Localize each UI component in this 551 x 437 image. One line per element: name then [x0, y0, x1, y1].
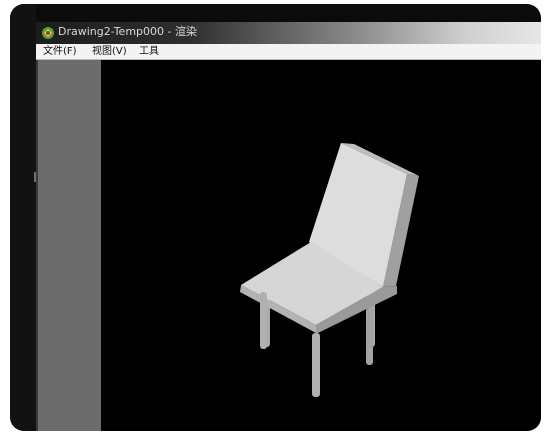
menu-tools[interactable]: 工具	[139, 44, 159, 59]
chair-leg-front-right	[366, 308, 373, 365]
chair-render	[240, 143, 419, 397]
screenshot-frame: Drawing2-Temp000 - 渲染 文件(F) 视图(V) 工具	[0, 0, 551, 437]
menu-bar: 文件(F) 视图(V) 工具	[36, 44, 541, 60]
chair-leg-front-left	[260, 292, 267, 349]
chair-leg-front-center	[312, 333, 320, 397]
menu-file[interactable]: 文件(F)	[43, 44, 77, 59]
side-panel	[36, 60, 101, 431]
window-title: Drawing2-Temp000 - 渲染	[58, 25, 197, 38]
title-bar[interactable]: Drawing2-Temp000 - 渲染	[36, 22, 541, 44]
menu-view[interactable]: 视图(V)	[92, 44, 127, 59]
side-panel-edge	[36, 60, 38, 431]
render-viewport[interactable]	[101, 60, 541, 431]
desktop-screen: Drawing2-Temp000 - 渲染 文件(F) 视图(V) 工具	[10, 4, 541, 431]
desktop-background-strip	[10, 4, 36, 431]
render-window: Drawing2-Temp000 - 渲染 文件(F) 视图(V) 工具	[36, 22, 541, 431]
app-icon	[42, 27, 54, 39]
